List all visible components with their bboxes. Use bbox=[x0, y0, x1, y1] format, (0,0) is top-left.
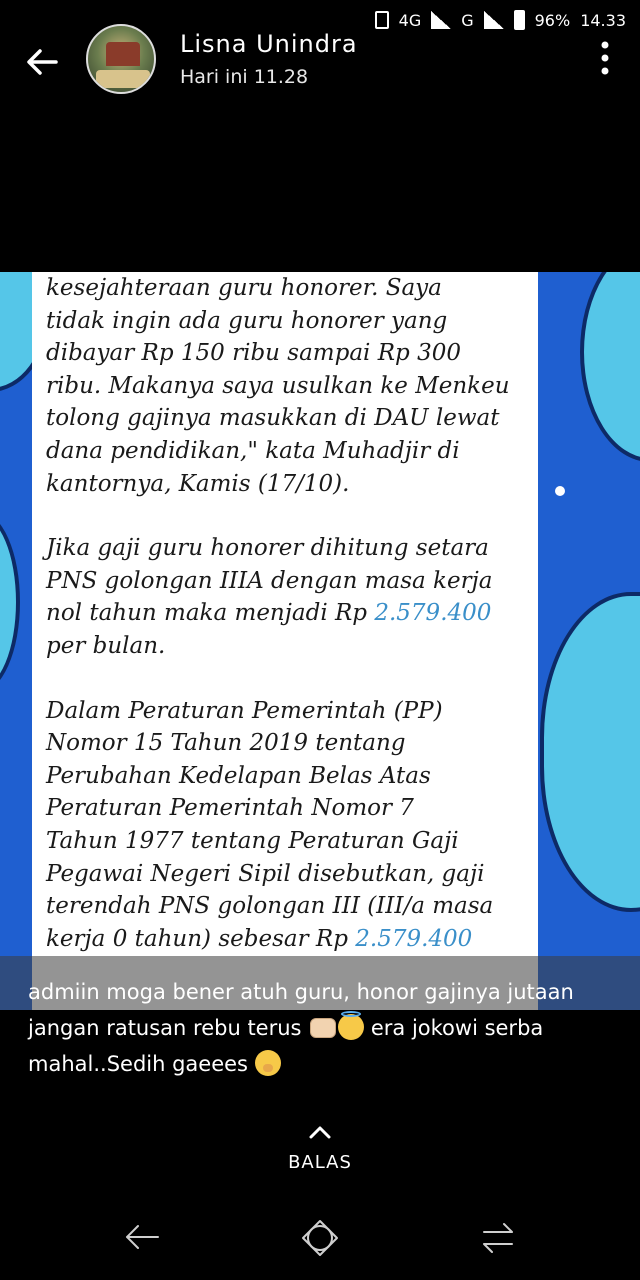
avatar-building bbox=[106, 42, 140, 66]
story-caption: admiin moga bener atuh guru, honor gajin… bbox=[28, 974, 618, 1082]
article-paragraph-1: kesejahteraan guru honorer. Saya tidak i… bbox=[46, 275, 510, 497]
article-card: kesejahteraan guru honorer. Saya tidak i… bbox=[32, 272, 538, 1010]
nav-recents-icon[interactable] bbox=[478, 1220, 518, 1256]
chevron-up-icon bbox=[309, 1126, 331, 1139]
praying-hands-icon bbox=[310, 1018, 337, 1038]
nav-home-icon[interactable] bbox=[300, 1218, 340, 1258]
decor-dot bbox=[555, 486, 565, 496]
story-header: Lisna Unindra Hari ini 11.28 bbox=[0, 24, 640, 104]
sender-name[interactable]: Lisna Unindra bbox=[180, 30, 358, 58]
hushed-face-icon bbox=[254, 1050, 281, 1076]
article-paragraph-3: Dalam Peraturan Pemerintah (PP) Nomor 15… bbox=[46, 697, 494, 952]
reply-button[interactable]: BALAS bbox=[0, 1120, 640, 1180]
decor-blob bbox=[580, 272, 640, 462]
avatar-ground bbox=[96, 70, 150, 88]
more-vertical-icon[interactable] bbox=[600, 40, 610, 76]
avatar[interactable] bbox=[86, 24, 156, 94]
halo-face-icon bbox=[338, 1011, 365, 1040]
reply-label: BALAS bbox=[288, 1152, 352, 1173]
decor-blob bbox=[540, 592, 640, 912]
arrow-left-icon[interactable] bbox=[22, 42, 62, 82]
salary-amount-2: 2.579.400 bbox=[355, 925, 473, 952]
navigation-bar bbox=[0, 1200, 640, 1280]
salary-amount: 2.579.400 bbox=[374, 600, 492, 627]
story-image[interactable]: kesejahteraan guru honorer. Saya tidak i… bbox=[0, 272, 640, 1010]
nav-back-icon[interactable] bbox=[122, 1220, 162, 1254]
caption-line-3: mahal..Sedih gaeees bbox=[28, 1046, 618, 1082]
caption-line-2: jangan ratusan rebu terus era jokowi ser… bbox=[28, 1010, 618, 1046]
decor-blob bbox=[0, 512, 20, 692]
caption-line-1: admiin moga bener atuh guru, honor gajin… bbox=[28, 980, 574, 1004]
article-paragraph-2: Jika gaji guru honorer dihitung setara P… bbox=[46, 535, 493, 659]
article-text: kesejahteraan guru honorer. Saya tidak i… bbox=[46, 272, 532, 987]
post-time: Hari ini 11.28 bbox=[180, 66, 309, 88]
